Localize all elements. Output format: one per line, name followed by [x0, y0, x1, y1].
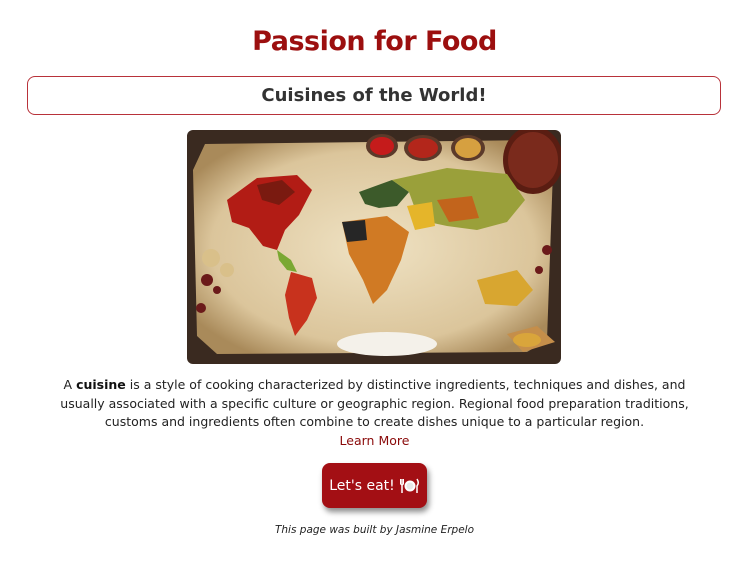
lets-eat-label: Let's eat! — [329, 477, 395, 494]
footer-credit: This page was built by Jasmine Erpelo — [274, 524, 475, 536]
page-title: Passion for Food — [252, 26, 497, 57]
lets-eat-button[interactable]: Let's eat! — [322, 463, 427, 508]
hero-image — [187, 130, 561, 364]
cuisine-description: A cuisine is a style of cooking characte… — [40, 376, 709, 450]
description-term: cuisine — [76, 377, 126, 392]
subtitle-banner: Cuisines of the World! — [27, 76, 721, 115]
learn-more-link[interactable]: Learn More — [340, 432, 410, 451]
description-body: is a style of cooking characterized by d… — [60, 377, 689, 429]
description-lead: A — [63, 377, 77, 392]
subtitle-text: Cuisines of the World! — [261, 85, 487, 106]
plate-cutlery-icon — [399, 478, 420, 494]
